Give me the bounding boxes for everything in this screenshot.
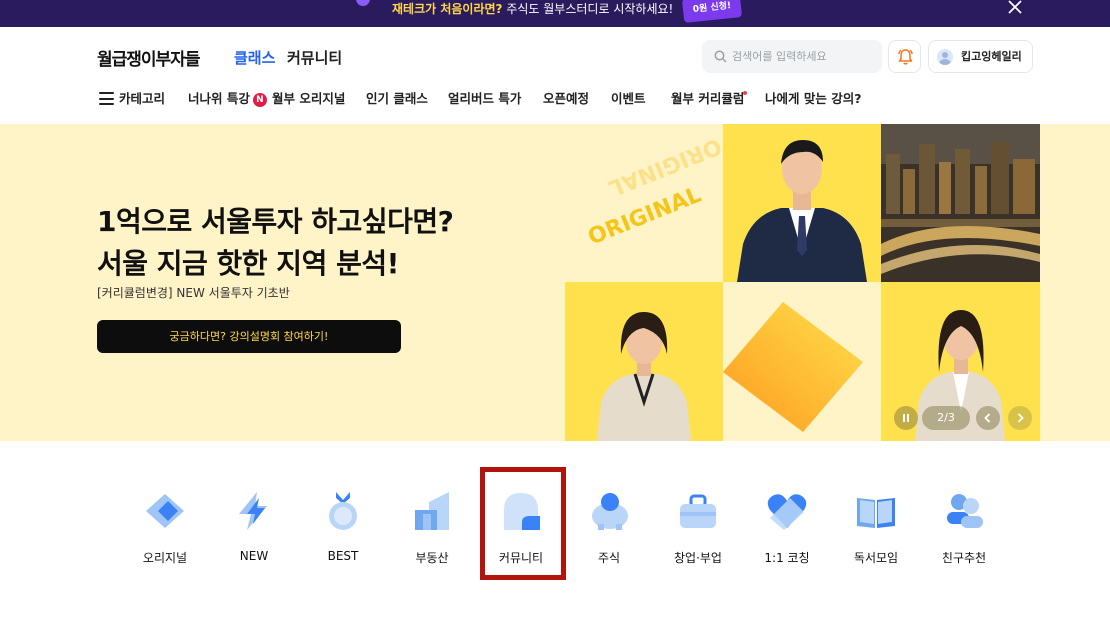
category-item-popular[interactable]: 인기 클래스: [366, 88, 428, 110]
quick-menu-label: 부동산: [415, 551, 449, 565]
original-deco-text-mirror: ORIGINAL: [604, 132, 723, 201]
instructor-photo-woman-1: [565, 282, 723, 441]
category-item-event[interactable]: 이벤트: [611, 88, 646, 110]
book-icon: [857, 498, 895, 528]
quick-menu-item-coaching[interactable]: 1:1 코칭: [747, 490, 827, 580]
new-badge: N: [252, 93, 267, 107]
quick-menu-item-bookclub[interactable]: 독서모임: [836, 490, 916, 580]
slide-pager: 2/3: [922, 406, 970, 430]
promo-decoration: [356, 0, 370, 6]
quick-menu: 오리지널 NEW BEST 부동산 커뮤니티 주식 창업·부업 1:1 코칭 독…: [0, 480, 1110, 590]
quick-menu-item-stock[interactable]: 주식: [569, 490, 649, 580]
user-name: 킵고잉헤일리: [961, 50, 1022, 63]
quick-menu-item-business[interactable]: 창업·부업: [658, 490, 738, 580]
quick-menu-item-original[interactable]: 오리지널: [125, 490, 205, 580]
pause-icon: [903, 414, 909, 422]
quick-menu-label: 창업·부업: [674, 551, 722, 565]
promo-message: 주식도 월부스터디로 시작하세요!: [506, 2, 674, 16]
avatar: [937, 49, 953, 65]
site-logo[interactable]: 월급쟁이부자들: [97, 45, 200, 70]
quick-menu-item-best[interactable]: BEST: [303, 490, 383, 580]
quick-menu-item-referral[interactable]: 친구추천: [924, 490, 1004, 580]
promo-highlight: 재테크가 처음이라면?: [392, 2, 503, 16]
instructor-photo-man: [723, 124, 881, 282]
promo-text: 재테크가 처음이라면? 주식도 월부스터디로 시작하세요!: [392, 0, 673, 18]
quick-menu-item-community[interactable]: 커뮤니티: [481, 490, 561, 580]
quick-menu-label: 친구추천: [941, 551, 987, 565]
hero-subtitle: [커리큘럼변경] NEW 서울투자 기초반: [97, 286, 290, 300]
category-item-special[interactable]: 너나위 특강 N: [188, 88, 267, 110]
lightning-icon: [239, 492, 267, 530]
hero-cta-button[interactable]: 궁금하다면? 강의설명회 참여하기!: [97, 320, 401, 353]
nav-tab-class[interactable]: 클래스: [234, 47, 275, 68]
chevron-right-icon: [1017, 413, 1024, 423]
pause-button[interactable]: [894, 406, 918, 430]
briefcase-icon: [680, 494, 716, 528]
category-item-upcoming[interactable]: 오픈예정: [543, 88, 589, 110]
quick-menu-label: 1:1 코칭: [764, 551, 810, 565]
quick-menu-label: 오리지널: [142, 551, 188, 565]
prev-slide-button[interactable]: [976, 406, 1000, 430]
user-profile-button[interactable]: 킵고잉헤일리: [928, 40, 1033, 73]
community-icon: [504, 493, 540, 530]
original-deco-text: ORIGINAL: [584, 182, 705, 251]
quick-menu-label: 주식: [597, 551, 621, 565]
search-input[interactable]: [732, 40, 877, 73]
quick-menu-item-new[interactable]: NEW: [214, 490, 294, 580]
category-item-earlybird[interactable]: 얼리버드 특가: [448, 88, 521, 110]
city-night-photo: [881, 124, 1040, 282]
original-icon: [146, 494, 184, 528]
quick-menu-label: BEST: [327, 549, 359, 563]
category-item-recommend[interactable]: 나에게 맞는 강의?: [765, 88, 861, 110]
quick-menu-label: 커뮤니티: [498, 551, 544, 565]
category-item-curriculum[interactable]: 월부 커리큘럼: [671, 88, 744, 110]
category-menu-button[interactable]: 카테고리: [119, 88, 165, 110]
medal-icon: [329, 492, 357, 530]
next-slide-button[interactable]: [1008, 406, 1032, 430]
search-box[interactable]: [702, 40, 882, 73]
decorative-shape: [723, 282, 881, 441]
category-item-original[interactable]: 월부 오리지널: [272, 88, 345, 110]
hero-banner[interactable]: 1억으로 서울투자 하고싶다면? 서울 지금 핫한 지역 분석! [커리큘럼변경…: [0, 124, 1110, 441]
chevron-left-icon: [984, 413, 991, 423]
notification-button[interactable]: [888, 40, 921, 73]
hamburger-menu-icon[interactable]: [99, 92, 114, 105]
hero-title-line2: 서울 지금 핫한 지역 분석!: [97, 247, 399, 280]
original-graphic: ORIGINAL ORIGINAL: [565, 124, 723, 282]
friends-icon: [947, 494, 983, 528]
piggy-bank-icon: [592, 493, 628, 530]
quick-menu-label: NEW: [239, 549, 269, 563]
new-dot: [743, 91, 747, 95]
building-icon: [415, 492, 449, 530]
bell-icon: [898, 49, 913, 65]
hero-title-line1: 1억으로 서울투자 하고싶다면?: [97, 205, 454, 238]
nav-tab-community[interactable]: 커뮤니티: [287, 47, 342, 68]
heart-icon: [767, 494, 807, 530]
search-icon: [714, 50, 727, 63]
quick-menu-item-realestate[interactable]: 부동산: [392, 490, 472, 580]
close-icon[interactable]: [1006, 0, 1026, 18]
category-item-label: 너나위 특강: [188, 91, 250, 106]
hero-title: 1억으로 서울투자 하고싶다면? 서울 지금 핫한 지역 분석!: [97, 201, 454, 285]
promo-banner[interactable]: 재테크가 처음이라면? 주식도 월부스터디로 시작하세요! 0원 신청!: [0, 0, 1110, 27]
category-nav: 카테고리 너나위 특강 N 월부 오리지널 인기 클래스 얼리버드 특가 오픈예정…: [0, 88, 1110, 110]
quick-menu-label: 독서모임: [853, 551, 899, 565]
promo-badge[interactable]: 0원 신청!: [681, 0, 743, 23]
